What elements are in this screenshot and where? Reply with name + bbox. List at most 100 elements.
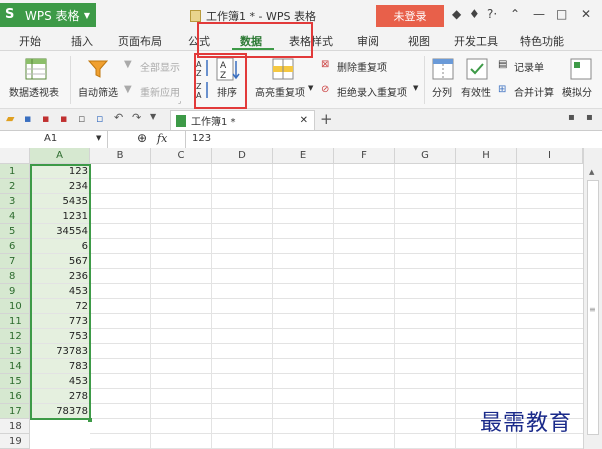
row-header[interactable]: 9	[0, 284, 30, 299]
close-tab-icon[interactable]: ✕	[300, 115, 308, 126]
row-header[interactable]: 1	[0, 164, 30, 179]
minimize-icon[interactable]: —	[533, 7, 545, 21]
row-header[interactable]: 16	[0, 389, 30, 404]
validity-button[interactable]: 有效性	[461, 84, 491, 99]
maximize-icon[interactable]: □	[556, 7, 567, 21]
gridline	[90, 373, 583, 374]
row-header[interactable]: 8	[0, 269, 30, 284]
funnel-icon[interactable]	[87, 58, 109, 80]
tab-view[interactable]: 视图	[408, 33, 430, 49]
tab-review[interactable]: 审阅	[357, 33, 379, 49]
pivot-table-button[interactable]: 数据透视表	[9, 84, 59, 99]
redo-icon[interactable]: ↷	[132, 111, 141, 124]
row-header[interactable]: 2	[0, 179, 30, 194]
shirt-icon[interactable]: ♦	[469, 7, 480, 21]
tab-special[interactable]: 特色功能	[520, 33, 564, 49]
reject-duplicates-button[interactable]: 拒绝录入重复项	[337, 84, 407, 99]
column-header-c[interactable]: C	[151, 148, 212, 164]
help-icon[interactable]: ?·	[487, 7, 497, 21]
split-columns-icon[interactable]	[432, 58, 454, 80]
pdf-icon[interactable]: ▪	[60, 112, 67, 125]
row-header[interactable]: 12	[0, 329, 30, 344]
wps-logo-icon: S	[5, 7, 15, 22]
gridline	[90, 358, 583, 359]
login-button[interactable]: 未登录	[376, 5, 444, 27]
vertical-scrollbar[interactable]: ▲ ≡	[583, 148, 602, 449]
spreadsheet-grid[interactable]: A B C D E F G H I 1 123 2 234 3 5435 4 1231 5 345…	[0, 148, 583, 449]
tab-home[interactable]: 开始	[19, 33, 41, 49]
document-tab[interactable]: 工作簿1 * ✕	[170, 110, 315, 130]
row-header[interactable]: 11	[0, 314, 30, 329]
row-header[interactable]: 7	[0, 254, 30, 269]
row-header[interactable]: 13	[0, 344, 30, 359]
row-header[interactable]: 3	[0, 194, 30, 209]
row-header[interactable]: 4	[0, 209, 30, 224]
row-header[interactable]: 6	[0, 239, 30, 254]
scroll-grip-icon: ≡	[589, 305, 596, 314]
chevron-down-icon[interactable]: ▼	[96, 134, 101, 142]
row-header[interactable]: 17	[0, 404, 30, 419]
reapply-button[interactable]: 重新应用	[140, 84, 180, 99]
print-icon[interactable]: ▪	[42, 112, 49, 125]
tab-developer[interactable]: 开发工具	[454, 33, 498, 49]
chevron-down-icon[interactable]: ▼	[150, 112, 156, 121]
open-folder-icon[interactable]: ▰	[6, 112, 14, 125]
validity-icon[interactable]	[466, 58, 488, 80]
column-header-f[interactable]: F	[334, 148, 395, 164]
record-form-button[interactable]: 记录单	[514, 59, 544, 74]
consolidate-button[interactable]: 合并计算	[514, 84, 554, 99]
save-icon[interactable]: ▪	[24, 112, 31, 125]
gridline	[455, 164, 456, 449]
pivot-table-icon[interactable]	[25, 58, 47, 80]
show-all-button[interactable]: 全部显示	[140, 59, 180, 74]
autofilter-button[interactable]: 自动筛选	[78, 84, 118, 99]
document-icon	[190, 10, 201, 22]
column-header-b[interactable]: B	[90, 148, 151, 164]
column-header-i[interactable]: I	[517, 148, 583, 164]
tab-menu-icon[interactable]: ▪	[586, 112, 593, 123]
split-columns-button[interactable]: 分列	[432, 84, 452, 99]
fill-handle[interactable]	[88, 418, 92, 422]
tab-insert[interactable]: 插入	[71, 33, 93, 49]
remove-duplicates-icon: ⊠	[321, 59, 330, 70]
minimize-ribbon-icon[interactable]: ⌃	[510, 7, 520, 21]
highlight-duplicates-button[interactable]: 高亮重复项	[255, 84, 305, 99]
tab-list-icon[interactable]: ▪	[568, 112, 575, 123]
row-header[interactable]: 15	[0, 374, 30, 389]
close-icon[interactable]: ✕	[581, 7, 591, 21]
chevron-down-icon[interactable]: ▼	[413, 84, 418, 92]
fx-button[interactable]: fx	[157, 132, 167, 145]
scroll-up-icon[interactable]: ▲	[589, 168, 594, 176]
select-all-corner[interactable]	[0, 148, 30, 164]
column-header-g[interactable]: G	[395, 148, 456, 164]
remove-duplicates-button[interactable]: 删除重复项	[337, 59, 387, 74]
consolidate-icon: ⊞	[498, 84, 507, 95]
row-header[interactable]: 10	[0, 299, 30, 314]
tab-page-layout[interactable]: 页面布局	[118, 33, 162, 49]
column-header-h[interactable]: H	[456, 148, 517, 164]
chevron-down-icon[interactable]: ▼	[308, 84, 313, 92]
row-header[interactable]: 5	[0, 224, 30, 239]
simulate-button[interactable]: 模拟分	[562, 84, 592, 99]
gridline	[90, 238, 583, 239]
simulate-icon[interactable]	[570, 58, 592, 80]
wps-menu-button[interactable]: S WPS 表格 ▼	[0, 3, 96, 27]
formula-input[interactable]: 123	[192, 133, 211, 144]
row-header[interactable]: 19	[0, 434, 30, 449]
new-tab-icon[interactable]: +	[320, 110, 333, 128]
reapply-icon: ▼	[124, 84, 132, 95]
gridline	[90, 328, 583, 329]
column-header-e[interactable]: E	[273, 148, 334, 164]
highlight-duplicates-icon[interactable]	[272, 58, 294, 80]
skin-icon[interactable]: ◆	[452, 7, 461, 21]
zoom-search-icon[interactable]: ⊕	[137, 131, 147, 145]
format-painter-icon[interactable]: ▫	[96, 112, 103, 125]
print-preview-icon[interactable]: ▫	[78, 112, 85, 125]
column-header-a[interactable]: A	[30, 148, 90, 164]
row-header[interactable]: 14	[0, 359, 30, 374]
column-header-d[interactable]: D	[212, 148, 273, 164]
dialog-launcher-icon[interactable]: ⌟	[178, 97, 181, 105]
name-box[interactable]: A1 ▼	[0, 131, 108, 148]
row-header[interactable]: 18	[0, 419, 30, 434]
undo-icon[interactable]: ↶	[114, 111, 123, 124]
